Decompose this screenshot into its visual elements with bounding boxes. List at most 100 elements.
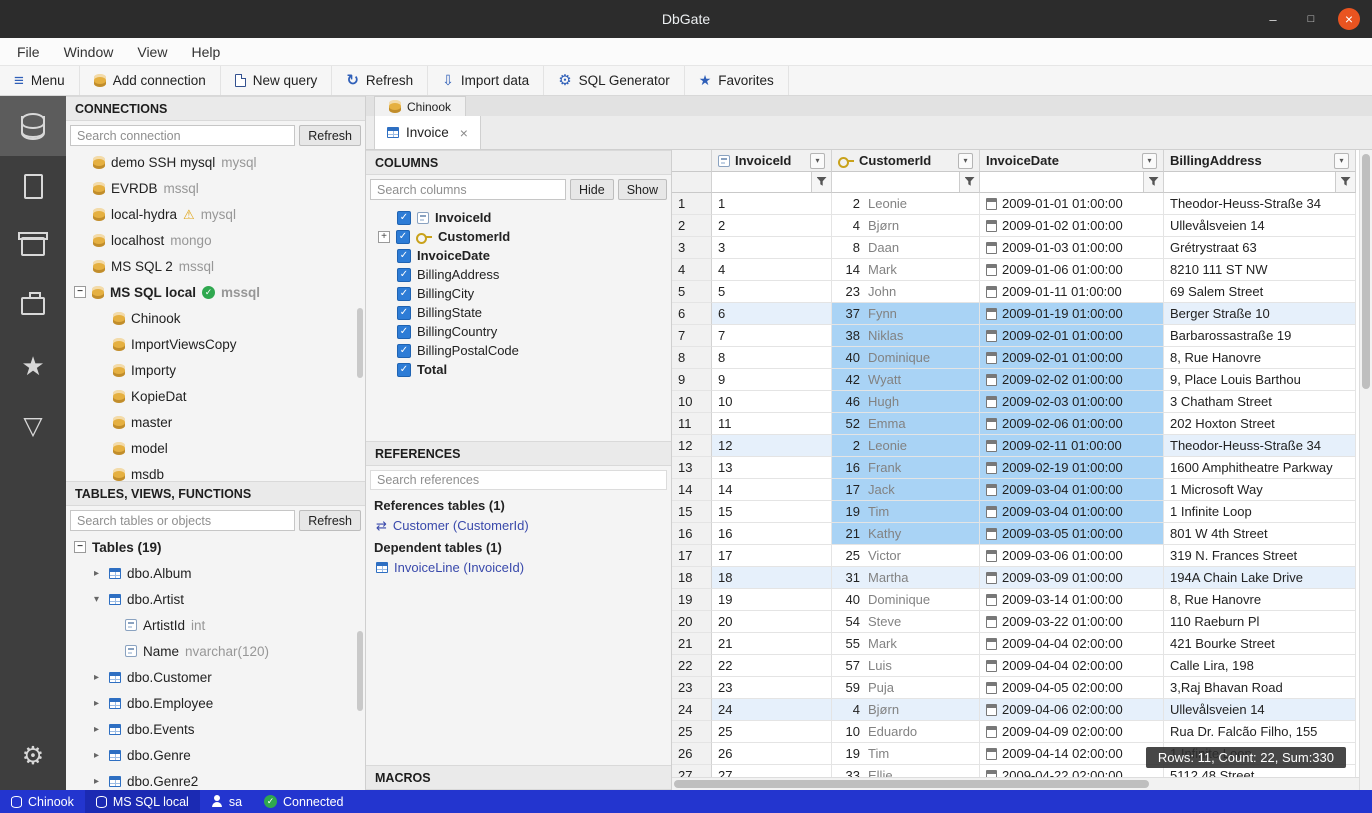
cell-invoicedate[interactable]: 2009-02-06 01:00:00: [980, 413, 1164, 435]
cell-invoicedate[interactable]: 2009-02-11 01:00:00: [980, 435, 1164, 457]
cell-customerid[interactable]: 17Jack: [832, 479, 980, 501]
tables-refresh-button[interactable]: Refresh: [299, 510, 361, 531]
tab-close-icon[interactable]: ×: [460, 125, 468, 141]
reference-link-customer-customerid-[interactable]: ⇄Customer (CustomerId): [366, 515, 671, 536]
chevron-right-icon[interactable]: ▸: [90, 672, 103, 683]
cell-customerid[interactable]: 4Bjørn: [832, 215, 980, 237]
cell-customerid[interactable]: 10Eduardo: [832, 721, 980, 743]
column-menu-button[interactable]: ▾: [958, 153, 973, 169]
rail-databases[interactable]: [0, 96, 66, 156]
connection-importviewscopy[interactable]: ImportViewsCopy: [66, 331, 365, 357]
cell-invoiceid[interactable]: 3: [712, 237, 832, 259]
checkbox-checked[interactable]: ✓: [396, 230, 410, 244]
row-number-cell[interactable]: 18: [672, 567, 712, 589]
filter-button[interactable]: [1335, 172, 1355, 192]
rail-files[interactable]: [0, 156, 66, 216]
cell-invoicedate[interactable]: 2009-01-11 01:00:00: [980, 281, 1164, 303]
cell-customerid[interactable]: 54Steve: [832, 611, 980, 633]
cell-invoicedate[interactable]: 2009-04-05 02:00:00: [980, 677, 1164, 699]
toolbar-new-query[interactable]: New query: [221, 66, 333, 95]
connection-ms-sql-local[interactable]: −MS SQL local✓mssql: [66, 279, 365, 305]
cell-invoicedate[interactable]: 2009-02-19 01:00:00: [980, 457, 1164, 479]
connection-kopiedat[interactable]: KopieDat: [66, 383, 365, 409]
cell-invoiceid[interactable]: 20: [712, 611, 832, 633]
cell-invoiceid[interactable]: 13: [712, 457, 832, 479]
checkbox-checked[interactable]: ✓: [397, 344, 411, 358]
connection-master[interactable]: master: [66, 409, 365, 435]
cell-invoiceid[interactable]: 8: [712, 347, 832, 369]
cell-customerid[interactable]: 23John: [832, 281, 980, 303]
cell-customerid[interactable]: 40Dominique: [832, 589, 980, 611]
table-dbo-genre2[interactable]: ▸dbo.Genre2: [66, 768, 365, 790]
chevron-right-icon[interactable]: ▸: [90, 568, 103, 579]
cell-customerid[interactable]: 19Tim: [832, 743, 980, 765]
connection-importy[interactable]: Importy: [66, 357, 365, 383]
expand-icon[interactable]: +: [378, 231, 390, 243]
checkbox-checked[interactable]: ✓: [397, 287, 411, 301]
search-tables-input[interactable]: [70, 510, 295, 531]
row-number-cell[interactable]: 4: [672, 259, 712, 281]
show-button[interactable]: Show: [618, 179, 667, 200]
toolbar-import-data[interactable]: Import data: [428, 66, 544, 95]
connections-header[interactable]: CONNECTIONS: [66, 96, 365, 121]
row-number-cell[interactable]: 3: [672, 237, 712, 259]
cell-invoicedate[interactable]: 2009-02-01 01:00:00: [980, 325, 1164, 347]
table-dbo-artist[interactable]: ▾dbo.Artist: [66, 586, 365, 612]
connections-scrollbar[interactable]: [357, 308, 363, 378]
column-check-billingpostalcode[interactable]: ✓BillingPostalCode: [366, 341, 671, 360]
search-references-input[interactable]: [370, 470, 667, 490]
cell-invoiceid[interactable]: 14: [712, 479, 832, 501]
toolbar-favorites[interactable]: Favorites: [685, 66, 789, 95]
connection-demo-ssh-mysql[interactable]: demo SSH mysqlmysql: [66, 149, 365, 175]
tab-group-chinook[interactable]: Chinook: [374, 96, 466, 116]
cell-invoiceid[interactable]: 24: [712, 699, 832, 721]
cell-billingaddress[interactable]: 1 Microsoft Way: [1164, 479, 1356, 501]
connection-msdb[interactable]: msdb: [66, 461, 365, 481]
cell-customerid[interactable]: 37Fynn: [832, 303, 980, 325]
cell-invoicedate[interactable]: 2009-02-03 01:00:00: [980, 391, 1164, 413]
cell-customerid[interactable]: 2Leonie: [832, 193, 980, 215]
cell-invoicedate[interactable]: 2009-01-03 01:00:00: [980, 237, 1164, 259]
connection-localhost[interactable]: localhostmongo: [66, 227, 365, 253]
cell-invoiceid[interactable]: 12: [712, 435, 832, 457]
row-number-cell[interactable]: 13: [672, 457, 712, 479]
grid-vertical-scrollbar[interactable]: [1359, 150, 1372, 790]
cell-invoicedate[interactable]: 2009-04-04 02:00:00: [980, 655, 1164, 677]
cell-billingaddress[interactable]: Ullevålsveien 14: [1164, 699, 1356, 721]
rail-archive[interactable]: [0, 216, 66, 276]
tab-invoice[interactable]: Invoice ×: [374, 116, 481, 150]
cell-invoicedate[interactable]: 2009-04-09 02:00:00: [980, 721, 1164, 743]
cell-customerid[interactable]: 25Victor: [832, 545, 980, 567]
cell-customerid[interactable]: 55Mark: [832, 633, 980, 655]
hide-button[interactable]: Hide: [570, 179, 614, 200]
chevron-down-icon[interactable]: ▾: [90, 594, 103, 605]
cell-invoicedate[interactable]: 2009-04-14 02:00:00: [980, 743, 1164, 765]
cell-customerid[interactable]: 42Wyatt: [832, 369, 980, 391]
row-number-cell[interactable]: 20: [672, 611, 712, 633]
cell-invoicedate[interactable]: 2009-03-05 01:00:00: [980, 523, 1164, 545]
cell-invoicedate[interactable]: 2009-03-22 01:00:00: [980, 611, 1164, 633]
scrollbar-thumb[interactable]: [674, 780, 1149, 788]
checkbox-checked[interactable]: ✓: [397, 268, 411, 282]
cell-billingaddress[interactable]: 8210 111 ST NW: [1164, 259, 1356, 281]
cell-billingaddress[interactable]: Theodor-Heuss-Straße 34: [1164, 193, 1356, 215]
connection-ms-sql-2[interactable]: MS SQL 2mssql: [66, 253, 365, 279]
filter-button[interactable]: [959, 172, 979, 192]
minimize-icon[interactable]: [1262, 8, 1284, 30]
row-number-cell[interactable]: 23: [672, 677, 712, 699]
rail-filters[interactable]: [0, 396, 66, 456]
folder-tables-19-[interactable]: −Tables (19): [66, 534, 365, 560]
cell-customerid[interactable]: 8Daan: [832, 237, 980, 259]
cell-customerid[interactable]: 46Hugh: [832, 391, 980, 413]
columns-header[interactable]: COLUMNS: [366, 150, 671, 175]
chevron-right-icon[interactable]: ▸: [90, 750, 103, 761]
search-connection-input[interactable]: [70, 125, 295, 146]
cell-invoiceid[interactable]: 19: [712, 589, 832, 611]
row-number-cell[interactable]: 5: [672, 281, 712, 303]
row-number-cell[interactable]: 25: [672, 721, 712, 743]
cell-customerid[interactable]: 21Kathy: [832, 523, 980, 545]
row-number-cell[interactable]: 11: [672, 413, 712, 435]
cell-billingaddress[interactable]: 1600 Amphitheatre Parkway: [1164, 457, 1356, 479]
column-menu-button[interactable]: ▾: [1334, 153, 1349, 169]
row-number-cell[interactable]: 16: [672, 523, 712, 545]
